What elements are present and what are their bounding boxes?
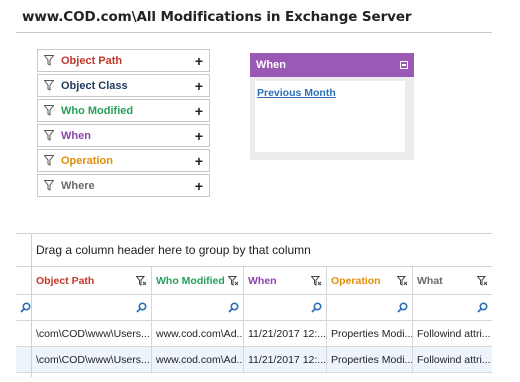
filter-object-class[interactable]: Object Class + — [37, 74, 210, 97]
search-icon — [397, 302, 408, 313]
column-header-who-modified[interactable]: Who Modified — [152, 267, 244, 294]
cell-object-path: \com\COD\www\Users... — [32, 347, 152, 372]
column-filter-icon[interactable] — [397, 275, 408, 286]
funnel-icon — [44, 80, 54, 91]
column-header-operation[interactable]: Operation — [327, 267, 413, 294]
cell-who-modified: www.cod.com\Ad... — [152, 321, 244, 346]
when-panel: When Previous Month — [250, 53, 414, 160]
filter-cell-when[interactable] — [244, 295, 327, 320]
row-selector[interactable] — [16, 347, 32, 372]
filter-cell-what[interactable] — [413, 295, 492, 320]
column-filter-icon[interactable] — [311, 275, 322, 286]
column-header-when[interactable]: When — [244, 267, 327, 294]
funnel-icon — [44, 130, 54, 141]
previous-month-link[interactable]: Previous Month — [257, 87, 336, 99]
column-label: When — [248, 274, 277, 287]
filter-row-lead[interactable] — [16, 295, 32, 320]
results-grid: Drag a column header here to group by th… — [16, 233, 492, 377]
search-icon — [477, 302, 488, 313]
plus-icon[interactable]: + — [195, 179, 203, 193]
grid-filter-row — [16, 295, 492, 321]
cell-what: Followind attri... — [417, 327, 491, 340]
funnel-icon — [44, 180, 54, 191]
plus-icon[interactable]: + — [195, 154, 203, 168]
search-icon — [228, 302, 239, 313]
minimize-icon[interactable] — [400, 61, 408, 69]
cell-operation: Properties Modi... — [327, 321, 413, 346]
header-spacer — [16, 267, 32, 294]
row-selector[interactable] — [16, 321, 32, 346]
filter-object-path[interactable]: Object Path + — [37, 49, 210, 72]
search-icon — [136, 302, 147, 313]
column-header-what[interactable]: What — [413, 267, 492, 294]
grid-header-row: Object Path Who Modified When Operation … — [16, 267, 492, 295]
column-header-object-path[interactable]: Object Path — [32, 267, 152, 294]
column-label: Object Path — [36, 274, 95, 287]
cell-when: 11/21/2017 12:... — [244, 321, 327, 346]
plus-icon[interactable]: + — [195, 54, 203, 68]
when-panel-header: When — [250, 53, 414, 77]
funnel-icon — [44, 105, 54, 116]
column-filter-icon[interactable] — [228, 275, 239, 286]
page-title: www.COD.com\All Modifications in Exchang… — [22, 9, 412, 25]
column-filter-icon[interactable] — [136, 275, 147, 286]
table-row[interactable]: \com\COD\www\Users... www.cod.com\Ad... … — [16, 347, 492, 373]
funnel-icon — [44, 155, 54, 166]
search-icon — [311, 302, 322, 313]
cell-when: 11/21/2017 12:... — [244, 347, 327, 372]
filter-operation[interactable]: Operation + — [37, 149, 210, 172]
table-row[interactable]: \com\COD\www\Users... www.cod.com\Ad... … — [16, 321, 492, 347]
plus-icon[interactable]: + — [195, 104, 203, 118]
filter-label: When — [61, 129, 91, 142]
column-label: Who Modified — [156, 274, 225, 287]
filter-label: Operation — [61, 154, 113, 167]
filter-label: Who Modified — [61, 104, 134, 117]
when-panel-title: When — [256, 59, 286, 71]
column-label: Operation — [331, 274, 381, 287]
filter-label: Object Path — [61, 54, 123, 67]
filter-label: Object Class — [61, 79, 128, 92]
when-panel-body: Previous Month — [255, 81, 405, 152]
filter-when[interactable]: When + — [37, 124, 210, 147]
cell-object-path: \com\COD\www\Users... — [32, 321, 152, 346]
cell-who-modified: www.cod.com\Ad... — [152, 347, 244, 372]
search-icon — [20, 302, 31, 313]
filter-label: Where — [61, 179, 95, 192]
cell-what: Followind attri... — [417, 353, 491, 366]
filter-cell-object-path[interactable] — [32, 295, 152, 320]
grid-divider — [31, 233, 32, 377]
title-divider — [16, 32, 492, 33]
column-label: What — [417, 274, 443, 287]
filter-who-modified[interactable]: Who Modified + — [37, 99, 210, 122]
funnel-icon — [44, 55, 54, 66]
filter-where[interactable]: Where + — [37, 174, 210, 197]
filter-cell-who-modified[interactable] — [152, 295, 244, 320]
filter-list: Object Path + Object Class + Who Modifie… — [37, 49, 210, 199]
filter-cell-operation[interactable] — [327, 295, 413, 320]
plus-icon[interactable]: + — [195, 79, 203, 93]
column-filter-icon[interactable] — [477, 275, 488, 286]
cell-operation: Properties Modi... — [327, 347, 413, 372]
group-by-area[interactable]: Drag a column header here to group by th… — [16, 233, 492, 267]
plus-icon[interactable]: + — [195, 129, 203, 143]
